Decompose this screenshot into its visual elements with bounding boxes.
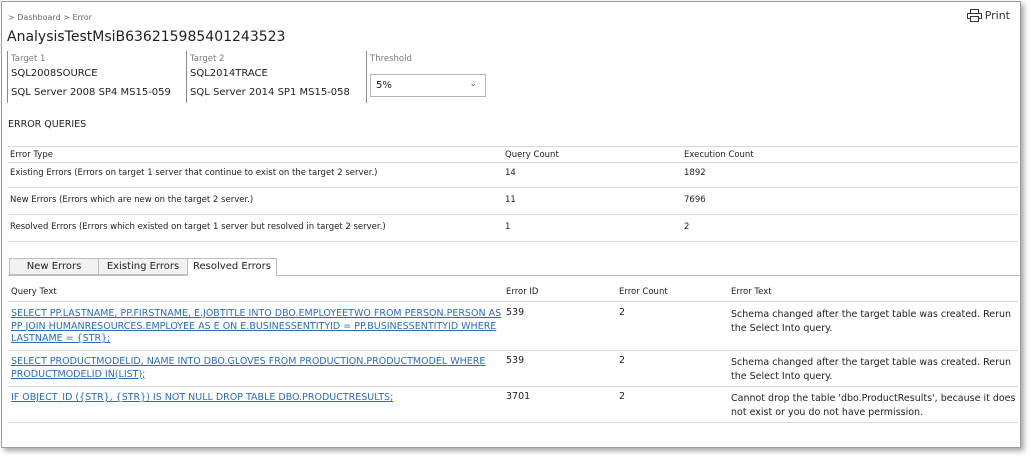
error-count-cell: 2 (619, 307, 626, 318)
target2-info: Target 2 SQL2014TRACE SQL Server 2014 SP… (186, 51, 361, 103)
header-error-text[interactable]: Error Text (731, 287, 772, 297)
table-row-existing-exec-count: 1892 (684, 168, 706, 178)
header-query-count[interactable]: Query Count (505, 150, 559, 160)
divider (8, 386, 1018, 387)
table-row-existing-type[interactable]: Existing Errors (Errors on target 1 serv… (10, 168, 377, 178)
header-error-type[interactable]: Error Type (10, 150, 53, 160)
divider (8, 187, 1018, 188)
table-row-resolved-exec-count: 2 (684, 222, 690, 232)
error-report-panel: > Dashboard > Error Print AnalysisTestMs… (1, 1, 1021, 448)
table-row-existing-query-count: 14 (505, 168, 516, 178)
divider (8, 350, 1018, 351)
tabs-baseline (8, 275, 1020, 276)
printer-icon (966, 9, 982, 22)
target2-version: SQL Server 2014 SP1 MS15-058 (190, 87, 350, 98)
error-count-cell: 2 (619, 391, 626, 402)
query-link[interactable]: SELECT PP.LASTNAME, PP.FIRSTNAME, E.JOBT… (11, 308, 503, 346)
threshold-label: Threshold (370, 54, 412, 64)
header-error-id[interactable]: Error ID (506, 287, 538, 297)
tab-existing-errors[interactable]: Existing Errors (98, 258, 188, 275)
target1-version: SQL Server 2008 SP4 MS15-059 (11, 87, 171, 98)
target2-label: Target 2 (190, 54, 225, 64)
print-button[interactable]: Print (966, 9, 1010, 22)
divider (8, 162, 1018, 163)
tab-resolved-errors[interactable]: Resolved Errors (187, 258, 277, 276)
table-row-resolved-query-count: 1 (505, 222, 511, 232)
query-link[interactable]: SELECT PRODUCTMODELID, NAME INTO DBO.GLO… (11, 356, 503, 381)
threshold-value: 5% (376, 80, 392, 91)
threshold-select[interactable]: 5% ⌄ (370, 74, 486, 97)
table-row-new-exec-count: 7696 (684, 195, 706, 205)
header-execution-count[interactable]: Execution Count (684, 150, 754, 160)
table-row-resolved-type[interactable]: Resolved Errors (Errors which existed on… (10, 222, 386, 232)
header-error-count[interactable]: Error Count (619, 287, 668, 297)
target1-info: Target 1 SQL2008SOURCE SQL Server 2008 S… (7, 51, 182, 103)
error-id-cell: 539 (506, 307, 525, 318)
error-queries-title: ERROR QUERIES (8, 119, 87, 130)
query-link[interactable]: IF OBJECT_ID ({STR}, {STR}) IS NOT NULL … (11, 392, 503, 405)
table-row-new-query-count: 11 (505, 195, 516, 205)
target2-server: SQL2014TRACE (190, 68, 268, 79)
tab-new-errors[interactable]: New Errors (9, 258, 99, 275)
print-label: Print (984, 9, 1010, 22)
error-text-cell: Cannot drop the table 'dbo.ProductResult… (731, 393, 1016, 418)
error-id-cell: 539 (506, 355, 525, 366)
error-text-cell: Schema changed after the target table wa… (731, 357, 1012, 382)
error-id-cell: 3701 (506, 391, 531, 402)
header-query-text[interactable]: Query Text (11, 287, 57, 297)
divider (8, 214, 1018, 215)
error-count-cell: 2 (619, 355, 626, 366)
breadcrumb[interactable]: > Dashboard > Error (8, 13, 92, 22)
target1-label: Target 1 (11, 54, 46, 64)
target1-server: SQL2008SOURCE (11, 68, 98, 79)
divider (8, 301, 1018, 302)
divider (8, 146, 1018, 147)
page-title: AnalysisTestMsiB636215985401243523 (7, 29, 286, 45)
divider (8, 241, 1018, 242)
table-row-new-type[interactable]: New Errors (Errors which are new on the … (10, 195, 253, 205)
chevron-down-icon[interactable]: ⌄ (469, 79, 477, 89)
error-text-cell: Schema changed after the target table wa… (731, 309, 1012, 334)
divider (8, 422, 1018, 423)
